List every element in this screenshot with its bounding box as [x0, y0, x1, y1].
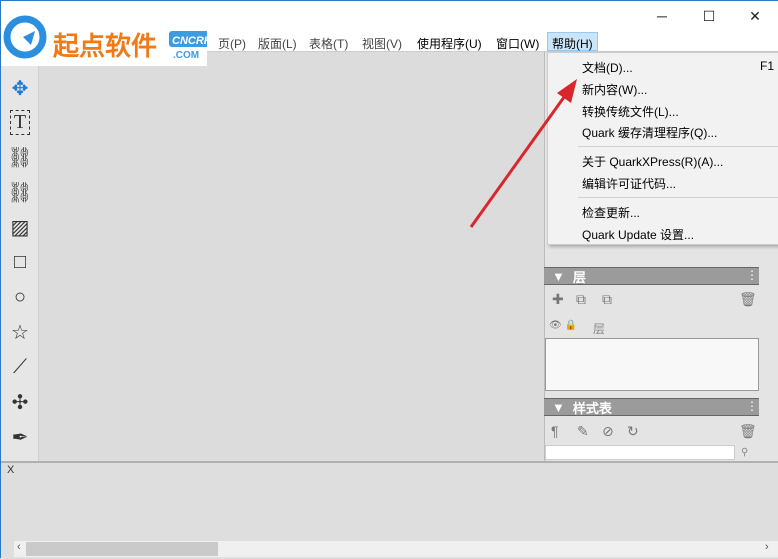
svg-text:起点软件: 起点软件 [53, 31, 157, 62]
menu-layout[interactable]: 版面(L) [254, 33, 301, 52]
menu-window[interactable]: 窗口(W) [492, 33, 543, 52]
menu-item-update-settings[interactable]: Quark Update 设置... [582, 226, 694, 243]
line-tool-icon[interactable]: ⟋ [5, 352, 35, 382]
layers-panel-header[interactable]: ▼ 层 [544, 267, 759, 285]
svg-text:CNCRK: CNCRK [172, 35, 207, 47]
menu-item-check-updates[interactable]: 检查更新... [582, 204, 640, 221]
layers-title: 层 [572, 269, 586, 285]
menu-separator [578, 146, 778, 147]
duplicate-layer-icon[interactable]: ⧉ [576, 291, 586, 308]
menu-item-about[interactable]: 关于 QuarkXPress(R)(A)... [582, 153, 723, 170]
maximize-button[interactable]: ☐ [686, 1, 732, 31]
menu-item-convert-legacy[interactable]: 转换传统文件(L)... [582, 103, 679, 120]
edit-icon[interactable]: ✎ [577, 423, 589, 440]
help-menu-dropdown: 文档(D)... F1 新内容(W)... 转换传统文件(L)... Quark… [547, 52, 778, 245]
delete-layer-icon[interactable]: 🗑 [739, 291, 757, 308]
merge-layer-icon[interactable]: ⧉ [602, 291, 612, 308]
menu-table[interactable]: 表格(T) [305, 33, 352, 52]
stylesheet-search-input[interactable] [545, 445, 735, 460]
duplicate-icon[interactable]: ⊘ [602, 423, 614, 440]
picture-tool-icon[interactable]: ▨ [5, 212, 35, 242]
stylesheets-title: 样式表 [572, 400, 612, 416]
search-icon: ⚲ [741, 447, 749, 458]
layers-list[interactable] [545, 338, 759, 391]
collapse-icon[interactable]: ▼ [552, 400, 565, 415]
text-tool-icon[interactable]: T [5, 107, 35, 137]
collapse-icon[interactable]: ▼ [552, 269, 565, 284]
unlink-tool-icon[interactable]: ⛓ [5, 177, 35, 207]
menu-item-new-content[interactable]: 新内容(W)... [582, 81, 647, 98]
menu-utilities[interactable]: 使用程序(U) [413, 33, 486, 52]
menu-item-edit-license[interactable]: 编辑许可证代码... [582, 175, 676, 192]
logo-icon: 起点软件 CNCRK .COM [3, 15, 213, 62]
panel-menu-icon[interactable]: ⋮ [746, 268, 758, 282]
oval-tool-icon[interactable]: ○ [5, 282, 35, 312]
scrollbar-thumb[interactable] [26, 542, 218, 556]
delete-stylesheet-icon[interactable]: 🗑 [739, 423, 757, 440]
scroll-left-icon[interactable]: ‹ [17, 541, 21, 553]
menu-view[interactable]: 视图(V) [358, 33, 406, 52]
visibility-lock-icons: 👁 🔒 [549, 320, 577, 331]
pen-tool-icon[interactable]: ✒ [5, 422, 35, 452]
minimize-button[interactable]: ─ [639, 1, 685, 31]
star-tool-icon[interactable]: ☆ [5, 317, 35, 347]
stylesheets-panel-header[interactable]: ▼ 样式表 [544, 398, 759, 416]
refresh-icon[interactable]: ↻ [627, 423, 639, 440]
menu-item-documentation[interactable]: 文档(D)... [582, 59, 633, 76]
menu-item-cache-cleanup[interactable]: Quark 缓存清理程序(Q)... [582, 124, 717, 141]
menu-separator [578, 197, 778, 198]
close-panel-icon[interactable]: X [7, 464, 14, 476]
new-layer-icon[interactable]: ✚ [552, 291, 564, 308]
close-button[interactable]: ✕ [732, 1, 778, 31]
pan-tool-icon[interactable]: ✣ [5, 387, 35, 417]
menu-page[interactable]: 页(P) [214, 33, 250, 52]
watermark-logo: 起点软件 CNCRK .COM [1, 1, 213, 66]
rectangle-tool-icon[interactable]: □ [5, 247, 35, 277]
menu-help[interactable]: 帮助(H) [547, 32, 598, 51]
layer-column-label: 层 [593, 322, 606, 336]
move-tool-icon[interactable]: ✥ [5, 73, 35, 103]
new-stylesheet-icon[interactable]: ¶ [551, 423, 559, 439]
scroll-right-icon[interactable]: › [765, 541, 769, 553]
link-tool-icon[interactable]: ⛓ [5, 142, 35, 172]
svg-text:.COM: .COM [173, 50, 199, 61]
panel-menu-icon[interactable]: ⋮ [746, 399, 758, 413]
shortcut-f1: F1 [760, 59, 775, 73]
